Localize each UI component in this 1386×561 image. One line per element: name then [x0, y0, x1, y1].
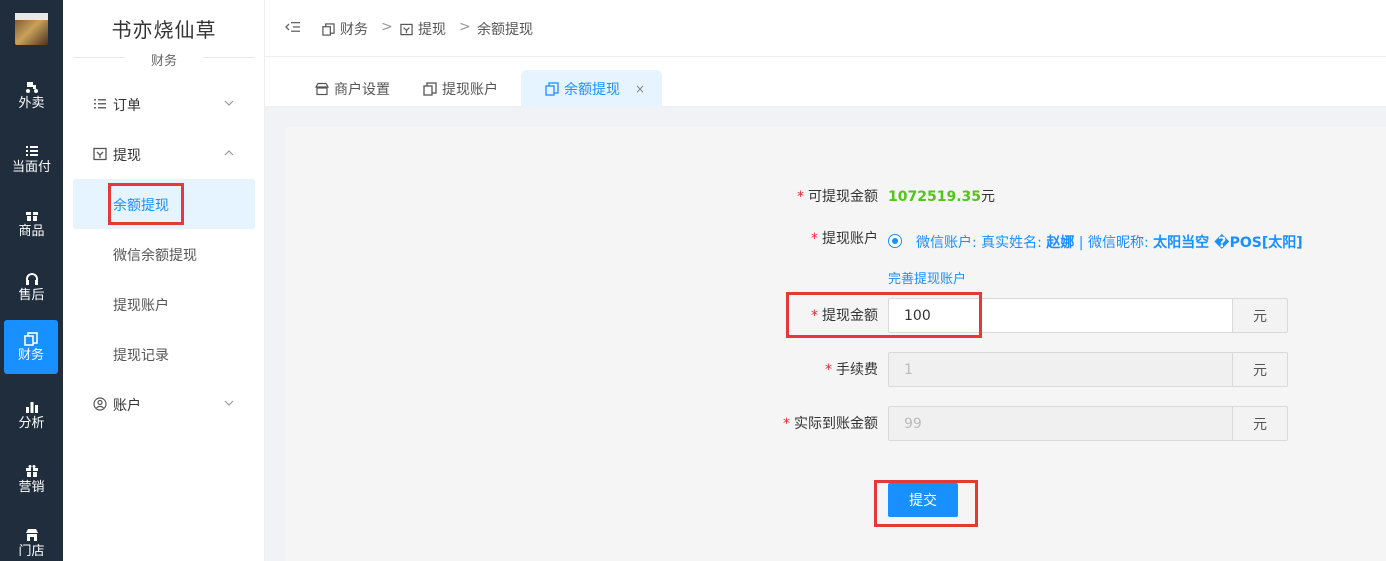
shop-icon — [25, 529, 38, 541]
user-icon — [93, 397, 107, 411]
page-tabs: 商户设置 提现账户 余额提现 × — [265, 57, 1386, 107]
submit-button[interactable]: 提交 — [888, 483, 958, 517]
tab-withdraw-account[interactable]: 提现账户 — [411, 70, 510, 107]
present-icon — [25, 465, 38, 477]
fee-label: * 手续费 — [825, 362, 878, 378]
menu-collapse-icon[interactable] — [285, 20, 301, 34]
currency-unit: 元 — [1232, 352, 1288, 387]
copy-icon — [545, 81, 559, 96]
tab-merchant-settings[interactable]: 商户设置 — [303, 70, 402, 107]
currency-unit: 元 — [1232, 406, 1288, 441]
available-label: * 可提现金额 — [797, 189, 878, 205]
withdraw-amount-input[interactable]: 100 — [888, 298, 1232, 333]
section-title: 财务 — [150, 54, 177, 69]
chevron-down-icon — [224, 400, 234, 406]
rail-label: 当面付 — [11, 160, 51, 175]
withdraw-amount-group: 100 元 — [888, 298, 1288, 333]
required-mark: * — [811, 308, 818, 324]
breadcrumb-current: 余额提现 — [477, 19, 533, 39]
rail-item-goods[interactable]: 商品 — [0, 196, 63, 250]
menu-account[interactable]: 账户 — [63, 389, 265, 419]
chevron-up-icon — [224, 150, 234, 156]
withdraw-amount-label: * 提现金额 — [811, 308, 878, 324]
bar-chart-icon — [25, 402, 38, 413]
actual-amount-label: * 实际到账金额 — [783, 416, 878, 432]
rail-item-facepay[interactable]: 当面付 — [0, 132, 63, 186]
menu-label: 提现账户 — [113, 298, 169, 314]
complete-account-link[interactable]: 完善提现账户 — [888, 268, 966, 287]
required-mark: * — [783, 416, 790, 432]
withdraw-icon — [400, 23, 413, 35]
breadcrumb-label: 财务 — [340, 22, 368, 38]
required-mark: * — [797, 189, 804, 205]
menu-item-withdraw-account[interactable]: 提现账户 — [73, 279, 255, 329]
menu-label: 余额提现 — [113, 198, 169, 214]
menu-label: 提现 — [113, 148, 141, 164]
menu-label: 提现记录 — [113, 348, 169, 364]
menu-orders[interactable]: 订单 — [63, 89, 265, 119]
close-icon[interactable]: × — [635, 82, 645, 96]
rail-label: 售后 — [18, 288, 45, 303]
scooter-icon — [25, 82, 38, 93]
rail-item-takeout[interactable]: 外卖 — [0, 68, 63, 122]
menu-item-balance-withdraw[interactable]: 余额提现 — [73, 179, 255, 229]
breadcrumb-label: 提现 — [418, 22, 446, 38]
menu-item-wechat-balance-withdraw[interactable]: 微信余额提现 — [73, 229, 255, 279]
rail-item-finance[interactable]: 财务 — [4, 320, 58, 374]
rail-label: 商品 — [18, 224, 45, 239]
fee-input: 1 — [888, 352, 1232, 387]
breadcrumb-label: 余额提现 — [477, 22, 533, 38]
tab-balance-withdraw[interactable]: 余额提现 × — [521, 70, 662, 107]
headset-icon — [25, 273, 38, 285]
menu-label: 订单 — [113, 98, 141, 114]
breadcrumb-separator: > — [381, 19, 393, 35]
menu-label: 账户 — [113, 398, 141, 414]
rail-label: 门店 — [18, 544, 45, 559]
breadcrumb-separator: > — [459, 19, 471, 35]
app-rail: 外卖 当面付 商品 售后 财务 分析 营销 门店 — [0, 0, 63, 561]
required-mark: * — [811, 231, 818, 247]
tab-label: 商户设置 — [334, 81, 390, 98]
copy-icon — [322, 22, 335, 36]
required-mark: * — [825, 362, 832, 378]
copy-icon — [24, 332, 38, 346]
withdraw-icon — [93, 147, 107, 161]
rail-label: 营销 — [18, 480, 45, 495]
fee-group: 1 元 — [888, 352, 1288, 387]
rail-label: 分析 — [18, 416, 45, 431]
breadcrumb-withdraw[interactable]: 提现 — [400, 19, 446, 39]
actual-amount-input: 99 — [888, 406, 1232, 441]
rail-label: 财务 — [17, 348, 44, 363]
store-name: 书亦烧仙草 — [111, 18, 217, 42]
actual-amount-group: 99 元 — [888, 406, 1288, 441]
secondary-sidebar: 书亦烧仙草 财务 订单 提现 余额提现 微信余额提现 提现账户 提现记录 账户 — [63, 0, 265, 561]
tab-label: 余额提现 — [564, 81, 620, 98]
rail-item-analysis[interactable]: 分析 — [0, 388, 63, 442]
breadcrumb-finance[interactable]: 财务 — [322, 19, 368, 39]
copy-icon — [423, 81, 437, 96]
menu-label: 微信余额提现 — [113, 248, 197, 264]
shop-icon — [315, 82, 329, 95]
list-icon — [25, 146, 38, 156]
rail-item-marketing[interactable]: 营销 — [0, 452, 63, 506]
chevron-down-icon — [224, 100, 234, 106]
menu-withdraw[interactable]: 提现 — [63, 139, 265, 169]
account-label: * 提现账户 — [811, 231, 878, 247]
tab-label: 提现账户 — [442, 81, 498, 98]
app-logo[interactable] — [15, 13, 48, 45]
wechat-account-info[interactable]: 微信账户: 真实姓名: 赵娜 | 微信昵称: 太阳当空 �POS[太阳] — [916, 232, 1303, 252]
menu-item-withdraw-records[interactable]: 提现记录 — [73, 329, 255, 379]
top-bar: 财务 > 提现 > 余额提现 — [265, 0, 1386, 57]
rail-item-store[interactable]: 门店 — [0, 516, 63, 561]
account-radio[interactable] — [888, 234, 902, 248]
gift-icon — [25, 212, 38, 221]
currency-unit: 元 — [1232, 298, 1288, 333]
available-amount: 1072519.35元 — [888, 189, 995, 205]
rail-item-aftersale[interactable]: 售后 — [0, 260, 63, 314]
list-icon — [94, 99, 106, 109]
rail-label: 外卖 — [18, 96, 45, 111]
